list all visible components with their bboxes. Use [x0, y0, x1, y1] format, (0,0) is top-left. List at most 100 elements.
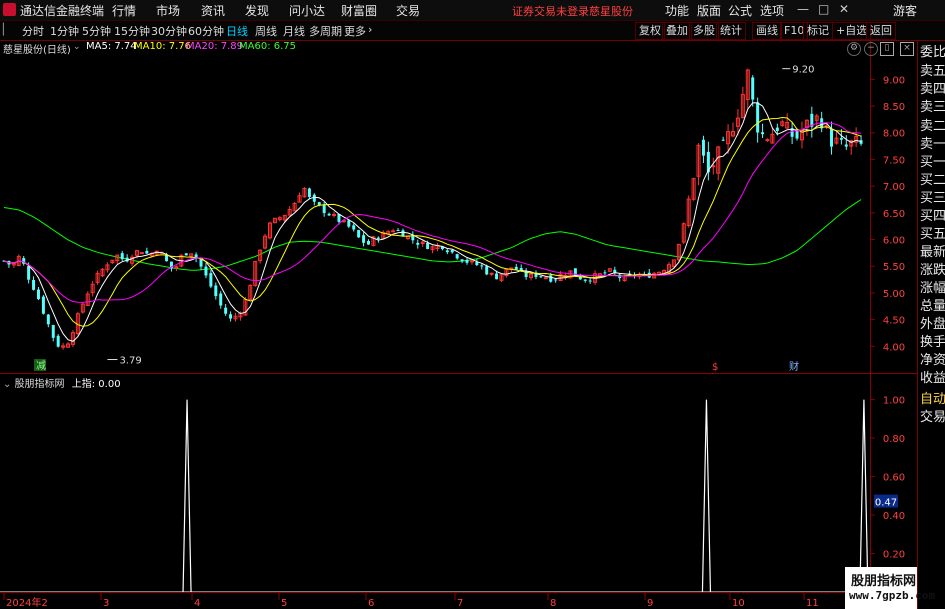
sub-info-line: ⌄ 股朋指标网 上指: 0.00	[3, 375, 121, 390]
xtick-label: 9	[647, 598, 653, 609]
tool-tongji[interactable]: 统计	[716, 22, 746, 40]
period-fenshi[interactable]: 分时	[22, 23, 44, 39]
menu-item-gongshi[interactable]: 公式	[728, 2, 752, 19]
chevron-right-icon[interactable]: ›	[368, 23, 372, 36]
menu-item-wenxiaoda[interactable]: 问小达	[289, 2, 325, 19]
rp-change[interactable]: 涨跌	[920, 263, 945, 278]
candle-body-down	[46, 314, 50, 325]
rp-netasset[interactable]: 净资	[920, 353, 945, 368]
menu-item-zixun[interactable]: 资讯	[201, 2, 225, 19]
rp-sell2[interactable]: 卖二	[920, 119, 945, 134]
stock-name-top: 慈星股份	[589, 5, 633, 18]
ytick-label: 5.00	[883, 289, 905, 300]
candle-body-up	[332, 213, 337, 216]
rp-trade[interactable]: 交易	[920, 410, 945, 425]
candle-body-down	[775, 127, 779, 131]
menu-item-jiaoyi[interactable]: 交易	[396, 2, 420, 19]
menu-item-gongneng[interactable]: 功能	[665, 2, 689, 19]
rp-latest[interactable]: 最新	[920, 245, 945, 260]
period-multi[interactable]: 多周期	[309, 23, 342, 39]
candle-body-down	[583, 279, 587, 281]
minus-icon[interactable]: −	[864, 42, 878, 56]
rp-sell1[interactable]: 卖一	[920, 137, 945, 152]
candle-body-down	[416, 242, 420, 245]
menu-item-banmian[interactable]: 版面	[697, 2, 721, 19]
rp-earnings[interactable]: 收益	[920, 371, 945, 386]
period-60min[interactable]: 60分钟	[188, 23, 224, 39]
candle-body-down	[327, 213, 331, 216]
restore-button[interactable]: □	[818, 2, 829, 16]
rp-buy5[interactable]: 买五	[920, 227, 945, 242]
sub-expand-icon[interactable]: ⌄	[3, 379, 15, 390]
tool-huaxian[interactable]: 画线	[752, 22, 782, 40]
candle-body-down	[219, 293, 223, 306]
candle-body-down	[485, 266, 489, 275]
expand-icon[interactable]: ⌄	[73, 42, 81, 52]
rp-buy3[interactable]: 买三	[920, 191, 945, 206]
ytick-label: 8.50	[883, 102, 905, 113]
collapse-panel-icon[interactable]: ▯	[880, 42, 894, 56]
period-daily[interactable]: 日线	[226, 23, 248, 39]
rp-turnover[interactable]: 换手	[920, 335, 945, 350]
candle-body-down	[229, 314, 233, 319]
period-1min[interactable]: 1分钟	[50, 23, 79, 39]
sub-indicator-title: 股朋指标网	[14, 379, 65, 390]
menu-item-hangqing[interactable]: 行情	[112, 2, 136, 19]
period-weekly[interactable]: 周线	[255, 23, 277, 39]
candle-body-down	[701, 139, 705, 156]
rp-volume[interactable]: 总量	[920, 299, 945, 314]
candle-body-down	[445, 250, 449, 253]
menu-item-faxian[interactable]: 发现	[245, 2, 269, 19]
rp-sell4[interactable]: 卖四	[920, 82, 945, 97]
period-5min[interactable]: 5分钟	[82, 23, 111, 39]
candle-body-down	[32, 279, 36, 290]
ma5-line	[3, 102, 862, 342]
menu-item-xuanxiang[interactable]: 选项	[760, 2, 784, 19]
rp-outer[interactable]: 外盘	[920, 317, 945, 332]
period-more[interactable]: 更多	[344, 23, 366, 39]
period-30min[interactable]: 30分钟	[151, 23, 187, 39]
ma20-line	[3, 122, 862, 303]
rp-buy2[interactable]: 买二	[920, 173, 945, 188]
candle-body-up	[543, 277, 548, 280]
candle-body-down	[396, 230, 400, 232]
rp-sell5[interactable]: 卖五	[920, 64, 945, 79]
app-title: 通达信金融终端	[20, 4, 105, 18]
candle-body-down	[751, 77, 755, 100]
close-button[interactable]: ✕	[839, 2, 849, 16]
settings-gear-icon[interactable]: ⚙	[847, 42, 861, 56]
watermark-line1: 股朋指标网	[851, 574, 917, 589]
rp-buy4[interactable]: 买四	[920, 209, 945, 224]
quote-side-panel: 委比 卖五 卖四 卖三 卖二 卖一 买一 买二 买三 买四 买五 最新 涨跌 涨…	[917, 41, 945, 609]
close-chart-icon[interactable]: ×	[900, 42, 914, 56]
rp-weibi[interactable]: 委比	[920, 45, 945, 60]
rp-auto[interactable]: 自动	[920, 392, 945, 407]
price-chart[interactable]: 3.79 9.20 减 $ 财 9.00 8.50 8.00 7.50 7.00 6.50 6.00…	[0, 40, 917, 609]
candle-body-down	[357, 230, 361, 238]
event-marker-s: $	[712, 362, 718, 373]
minimize-button[interactable]: —	[797, 2, 809, 16]
event-marker-jian-label: 减	[36, 360, 46, 372]
rp-change-pct[interactable]: 涨幅	[920, 281, 945, 296]
tool-fanhui[interactable]: 返回	[866, 22, 896, 40]
tool-duogu[interactable]: 多股	[689, 22, 719, 40]
watermark-line2: www.7gpzb.com	[849, 589, 936, 602]
menu-item-shichang[interactable]: 市场	[156, 2, 180, 19]
period-15min[interactable]: 15分钟	[114, 23, 150, 39]
candle-body-down	[199, 259, 203, 267]
tool-diejia[interactable]: 叠加	[662, 22, 692, 40]
candle-body-down	[145, 250, 149, 254]
watermark: 股朋指标网 www.7gpzb.com	[845, 567, 935, 609]
menu-item-caifuquan[interactable]: 财富圈	[341, 2, 377, 19]
tool-biaoji[interactable]: 标记	[803, 22, 833, 40]
candle-body-down	[36, 289, 40, 300]
guest-label[interactable]: 游客	[893, 2, 917, 19]
tool-fuquan[interactable]: 复权	[635, 22, 665, 40]
menu-bar: 通达信金融终端 行情 市场 资讯 发现 问小达 财富圈 交易 证券交易未登录 慈…	[0, 0, 945, 21]
period-monthly[interactable]: 月线	[283, 23, 305, 39]
rp-buy1[interactable]: 买一	[920, 155, 945, 170]
xtick-label: 6	[368, 598, 374, 609]
candle-body-down	[844, 144, 848, 147]
login-warning[interactable]: 证券交易未登录	[512, 3, 589, 19]
rp-sell3[interactable]: 卖三	[920, 100, 945, 115]
